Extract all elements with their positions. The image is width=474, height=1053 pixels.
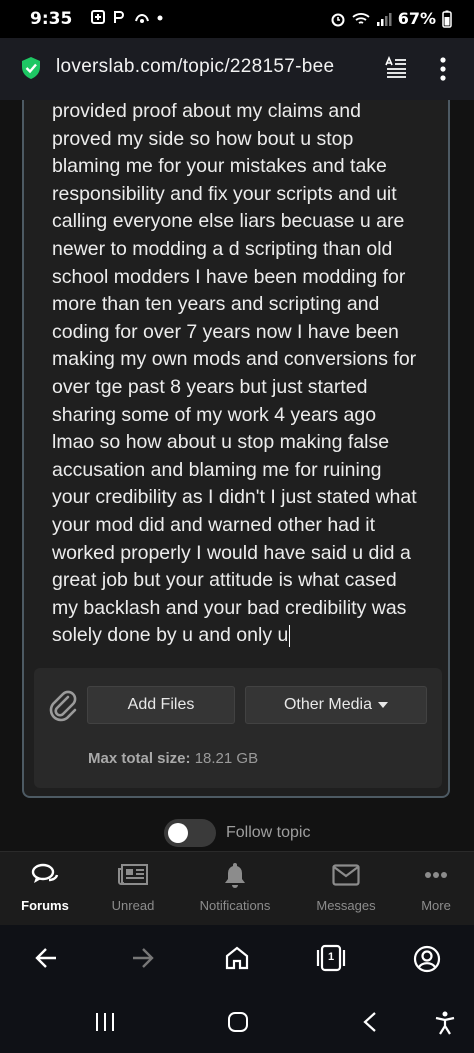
editor-text-line: accusation and blaming me for ruining xyxy=(52,458,382,481)
paperclip-icon xyxy=(49,690,77,722)
attachments-panel: Add Files Other Media Max total size: 18… xyxy=(34,668,442,788)
editor-text-line: making my own mods and conversions for xyxy=(52,348,417,371)
nav-unread[interactable]: Unread xyxy=(88,860,178,913)
editor-text-line: over tge past 8 years but just started xyxy=(52,375,368,398)
notification-app-icon xyxy=(114,11,124,23)
account-icon[interactable] xyxy=(413,945,441,973)
nav-messages-label: Messages xyxy=(316,898,376,913)
editor-text-line: proved my side so how bout u stop xyxy=(52,127,354,150)
forward-arrow-icon[interactable] xyxy=(129,945,155,971)
max-size-info: Max total size: 18.21 GB xyxy=(88,750,258,767)
text-caret xyxy=(289,625,291,648)
recent-apps-icon[interactable] xyxy=(94,1011,116,1033)
status-bar: 9:35 67% xyxy=(0,0,474,38)
editor-text-line: calling everyone else liars becuase u ar… xyxy=(52,210,405,233)
tabs-button[interactable]: 1 xyxy=(316,944,346,972)
editor-text-line: newer to modding a d scripting than old xyxy=(52,237,393,260)
battery-percent: 67% xyxy=(397,9,436,28)
editor-text-line: your mod did and warned other had it xyxy=(52,513,376,536)
editor-text-line: provided proof about my claims and xyxy=(52,100,361,122)
editor-text-line: blaming me for your mistakes and take xyxy=(52,155,387,178)
editor-text-line: solely done by u and only u xyxy=(52,624,289,647)
editor-text-line: responsibility and fix your scripts and … xyxy=(52,182,397,205)
editor-text-line: coding for over 7 years now I have been xyxy=(52,320,399,343)
nav-notifications[interactable]: Notifications xyxy=(190,860,280,913)
notification-app-icon xyxy=(135,14,149,23)
reply-editor[interactable]: provided proof about my claims and proved… xyxy=(22,100,450,798)
follow-topic-row: Follow topic xyxy=(164,819,310,847)
battery-icon xyxy=(442,10,452,28)
site-bottom-nav: Forums Unread Notifications Messages Mor… xyxy=(0,851,474,926)
max-size-value: 18.21 GB xyxy=(194,750,259,767)
follow-topic-toggle[interactable] xyxy=(164,819,216,847)
dot-icon xyxy=(157,15,163,21)
add-files-button[interactable]: Add Files xyxy=(87,686,235,724)
editor-text-line: school modders I have been modding for xyxy=(52,265,406,288)
signal-icon xyxy=(376,12,392,26)
editor-text-line: great job but your attitude is what case… xyxy=(52,569,397,592)
nav-unread-label: Unread xyxy=(111,898,155,913)
nav-more[interactable]: More xyxy=(391,860,474,913)
system-navigation-bar xyxy=(0,995,474,1053)
nav-messages[interactable]: Messages xyxy=(301,860,391,913)
newspaper-icon xyxy=(118,864,148,885)
browser-url-bar: loverslab.com/topic/228157-bee xyxy=(0,38,474,100)
url-text[interactable]: loverslab.com/topic/228157-bee xyxy=(56,56,370,78)
system-home-icon[interactable] xyxy=(227,1011,249,1033)
notification-icons xyxy=(90,9,164,25)
alarm-icon xyxy=(331,13,345,26)
editor-text-area[interactable]: provided proof about my claims and proved… xyxy=(52,98,432,650)
nav-more-label: More xyxy=(421,898,451,913)
nav-notifications-label: Notifications xyxy=(199,898,271,913)
browser-toolbar: 1 xyxy=(0,925,474,995)
bell-icon xyxy=(225,863,245,888)
back-arrow-icon[interactable] xyxy=(34,945,60,971)
nav-forums-label: Forums xyxy=(21,898,69,913)
other-media-label: Other Media xyxy=(283,696,373,713)
editor-text-line: sharing some of my work 4 years ago xyxy=(52,403,377,426)
more-dots-icon xyxy=(425,872,447,878)
editor-text-line: worked properly I would have said u did … xyxy=(52,541,411,564)
notification-app-icon xyxy=(91,10,105,24)
editor-text-line: my backlash and your bad credibility was xyxy=(52,596,407,619)
system-back-icon[interactable] xyxy=(362,1011,378,1033)
status-right: 67% xyxy=(330,9,452,28)
add-files-label: Add Files xyxy=(127,696,195,713)
forums-icon xyxy=(31,863,59,883)
accessibility-icon[interactable] xyxy=(434,1011,456,1035)
reader-mode-icon[interactable] xyxy=(384,56,408,80)
envelope-icon xyxy=(332,864,360,886)
wifi-icon xyxy=(352,12,370,24)
status-time: 9:35 xyxy=(30,9,73,29)
tab-count: 1 xyxy=(327,951,335,963)
home-icon[interactable] xyxy=(224,945,250,971)
browser-menu-icon[interactable] xyxy=(438,56,448,82)
follow-topic-label[interactable]: Follow topic xyxy=(226,824,310,842)
caret-down-icon xyxy=(378,702,389,708)
shield-check-icon[interactable] xyxy=(20,56,42,80)
editor-text-line: more than ten years and scripting and xyxy=(52,293,380,316)
nav-forums[interactable]: Forums xyxy=(0,860,90,913)
editor-text-line: your credibility as I didn't I just stat… xyxy=(52,486,417,509)
other-media-button[interactable]: Other Media xyxy=(245,686,427,724)
max-size-label: Max total size: xyxy=(88,750,191,767)
editor-text-line: lmao so how about u stop making false xyxy=(52,431,390,454)
toggle-knob xyxy=(168,823,188,843)
